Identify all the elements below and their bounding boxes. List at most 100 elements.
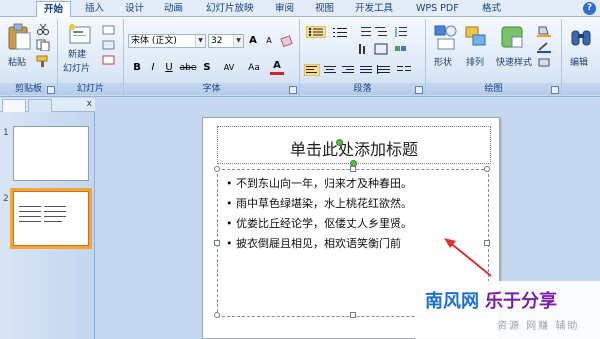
bullet-line-1: • 不到东山向一年，归来才及种春田。 xyxy=(226,177,412,190)
grow-font-button[interactable]: A xyxy=(246,34,260,48)
tab-design[interactable]: 设计 xyxy=(125,1,144,17)
change-case-button[interactable]: Aa xyxy=(244,61,264,75)
shadow-button[interactable]: S xyxy=(200,61,214,75)
bullet-line-4: • 披衣倒屣且相见，相欢语笑衡门前 xyxy=(226,237,401,250)
slides-group: 新建 幻灯片 幻灯片 xyxy=(58,19,124,96)
editing-group: 编辑 xyxy=(562,19,600,96)
font-group-label: 字体 xyxy=(124,83,299,95)
resize-handle[interactable] xyxy=(214,166,220,172)
align-center-icon[interactable] xyxy=(322,64,338,76)
justify-icon[interactable] xyxy=(358,64,374,76)
annotation-arrow xyxy=(444,238,492,277)
paragraph-dialog-launcher[interactable] xyxy=(415,86,423,94)
shape-outline-icon[interactable] xyxy=(536,41,554,53)
font-size-select[interactable]: 32 ▼ xyxy=(208,34,244,48)
align-text-icon[interactable] xyxy=(374,43,388,55)
numbering-icon[interactable] xyxy=(332,26,350,38)
watermark-title: 南风网 乐于分享 xyxy=(425,287,557,313)
shrink-font-button[interactable]: A xyxy=(262,34,276,48)
resize-handle[interactable] xyxy=(350,312,356,318)
ribbon-tab-strip: 开始 插入 设计 动画 幻灯片放映 审阅 视图 开发工具 WPS PDF 格式 … xyxy=(0,0,600,17)
tab-outline[interactable] xyxy=(28,99,52,112)
slide-number: 2 xyxy=(3,194,9,204)
underline-button[interactable]: U xyxy=(162,61,176,75)
font-name-select[interactable]: 宋体 (正文) ▼ xyxy=(128,34,206,48)
quick-styles-label: 快速样式 xyxy=(496,58,533,68)
reset-icon[interactable] xyxy=(102,40,116,50)
close-icon[interactable]: x xyxy=(87,99,92,109)
editing-group-label xyxy=(562,83,600,95)
line-spacing-icon[interactable] xyxy=(394,26,408,38)
shapes-icon[interactable] xyxy=(434,25,458,51)
paragraph-group: 段落 xyxy=(300,19,426,96)
tab-developer[interactable]: 开发工具 xyxy=(355,1,393,17)
watermark: 南风网 乐于分享 资源 网赚 辅助 xyxy=(415,281,600,339)
tab-slideshow[interactable]: 幻灯片放映 xyxy=(206,1,254,17)
quick-styles-icon[interactable] xyxy=(500,25,524,51)
slide-number: 1 xyxy=(3,128,9,138)
resize-handle[interactable] xyxy=(214,312,220,318)
align-left-icon[interactable] xyxy=(304,64,320,76)
help-icon[interactable]: ? xyxy=(583,2,596,15)
arrange-icon[interactable] xyxy=(464,25,488,51)
editing-label[interactable]: 编辑 xyxy=(570,55,588,68)
drawing-dialog-launcher[interactable] xyxy=(551,86,559,94)
drawing-group: 形状 排列 快速样式 绘图 xyxy=(426,19,562,96)
columns-icon[interactable] xyxy=(396,64,412,76)
find-binoculars-icon[interactable] xyxy=(570,25,592,49)
layout-icon[interactable] xyxy=(102,25,116,35)
delete-slide-icon[interactable] xyxy=(102,55,116,65)
slide-thumbnail-2[interactable] xyxy=(13,191,89,246)
arrange-label: 排列 xyxy=(466,58,485,68)
decrease-indent-icon[interactable] xyxy=(358,26,372,38)
font-color-button[interactable]: A xyxy=(270,59,284,75)
distributed-icon[interactable] xyxy=(376,64,392,76)
clear-format-icon[interactable] xyxy=(280,34,296,48)
text-direction-icon[interactable] xyxy=(358,43,372,55)
tab-wps-pdf[interactable]: WPS PDF xyxy=(416,1,459,17)
watermark-tagline: 资源 网赚 辅助 xyxy=(497,321,580,332)
resize-handle[interactable] xyxy=(350,166,356,172)
slide-thumbnail-1[interactable] xyxy=(13,126,89,181)
shape-fill-icon[interactable] xyxy=(536,25,554,37)
title-placeholder[interactable]: 单击此处添加标题 xyxy=(217,126,491,164)
format-painter-icon[interactable] xyxy=(36,55,50,67)
ribbon: 粘贴 剪贴板 新建 幻灯片 幻灯片 宋体 (正文) ▼ 32 ▼ A A B I… xyxy=(0,17,600,97)
copy-icon[interactable] xyxy=(36,39,50,51)
tab-format[interactable]: 格式 xyxy=(482,1,501,17)
font-group: 宋体 (正文) ▼ 32 ▼ A A B I U abe S AV Aa A 字体 xyxy=(124,19,300,96)
watermark-slogan: 乐于分享 xyxy=(485,291,557,312)
tab-review[interactable]: 审阅 xyxy=(275,1,294,17)
italic-button[interactable]: I xyxy=(146,61,160,75)
char-spacing-button[interactable]: AV xyxy=(218,61,240,75)
font-dialog-launcher[interactable] xyxy=(289,86,297,94)
shape-effects-icon[interactable] xyxy=(536,57,554,69)
bullets-icon[interactable] xyxy=(306,26,326,38)
title-placeholder-text: 单击此处添加标题 xyxy=(289,140,418,159)
drawing-group-label: 绘图 xyxy=(426,83,561,95)
paste-icon[interactable] xyxy=(6,23,32,51)
watermark-brand: 南风网 xyxy=(425,291,479,312)
clipboard-dialog-launcher[interactable] xyxy=(47,86,55,94)
tab-insert[interactable]: 插入 xyxy=(85,1,104,17)
tab-view[interactable]: 视图 xyxy=(315,1,334,17)
tab-animation[interactable]: 动画 xyxy=(164,1,183,17)
cut-icon[interactable] xyxy=(36,23,50,35)
new-slide-icon[interactable] xyxy=(68,23,92,45)
bullet-line-3: • 优娄比丘经论学，伛偻丈人乡里贤。 xyxy=(226,217,412,230)
align-right-icon[interactable] xyxy=(340,64,356,76)
smartart-icon[interactable] xyxy=(394,43,408,55)
strikethrough-button[interactable]: abe xyxy=(178,61,198,75)
tab-slides[interactable] xyxy=(2,99,26,112)
resize-handle[interactable] xyxy=(214,240,220,246)
slides-group-label: 幻灯片 xyxy=(58,83,123,95)
rotate-handle[interactable] xyxy=(336,139,343,146)
increase-indent-icon[interactable] xyxy=(374,26,388,38)
paragraph-group-label: 段落 xyxy=(300,83,425,95)
shapes-label: 形状 xyxy=(434,58,453,68)
resize-handle[interactable] xyxy=(484,166,490,172)
clipboard-group: 粘贴 剪贴板 xyxy=(0,19,58,96)
tab-home[interactable]: 开始 xyxy=(36,1,72,17)
new-slide-label-1: 新建 xyxy=(68,50,87,60)
bold-button[interactable]: B xyxy=(130,61,144,75)
